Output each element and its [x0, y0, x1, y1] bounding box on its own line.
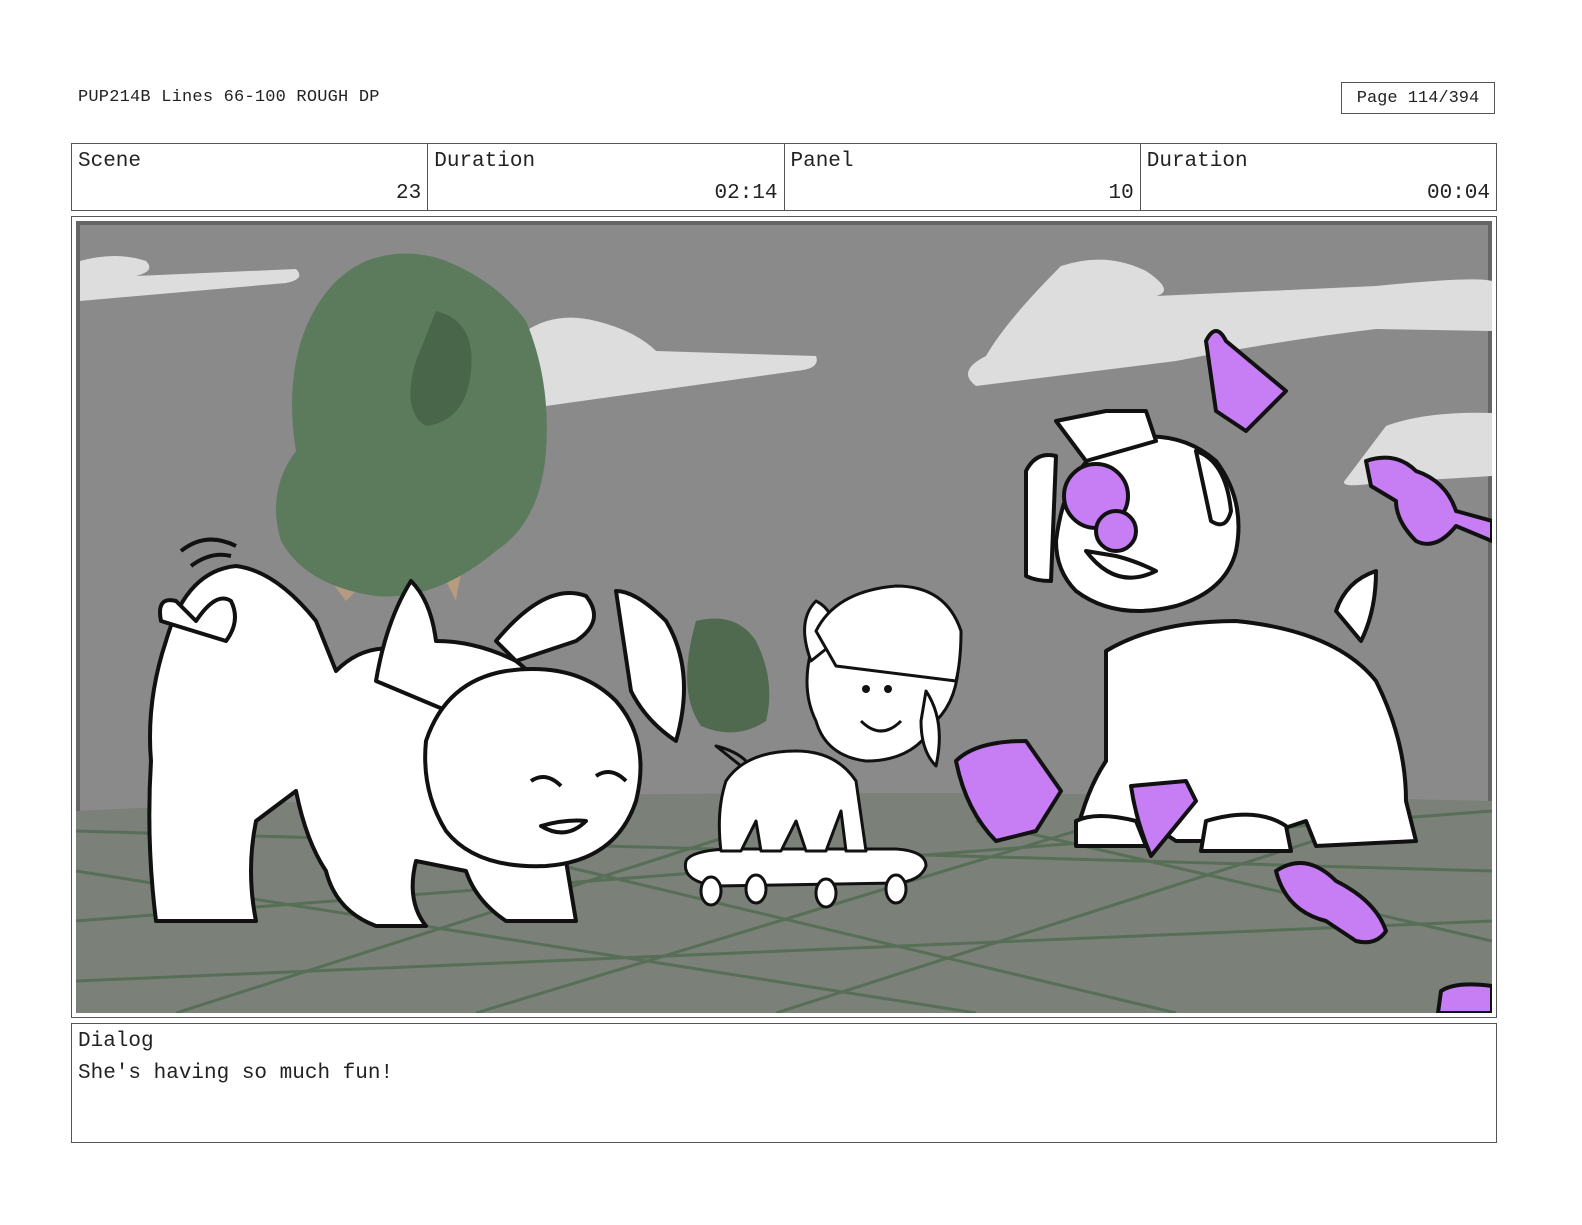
dialog-label: Dialog [78, 1030, 154, 1053]
panel-value: 10 [1108, 182, 1134, 205]
panel-info-row: Scene 23 Duration 02:14 Panel 10 Duratio… [71, 143, 1497, 211]
scene-duration-cell: Duration 02:14 [428, 144, 785, 210]
scene-duration-label: Duration [434, 150, 536, 173]
storyboard-drawing [76, 221, 1492, 1013]
storyboard-title: PUP214B Lines 66-100 ROUGH DP [78, 88, 380, 107]
panel-label: Panel [790, 150, 854, 173]
panel-duration-value: 00:04 [1426, 182, 1490, 205]
dialog-text: She's having so much fun! [78, 1062, 394, 1085]
storyboard-panel [71, 216, 1497, 1018]
panel-duration-label: Duration [1146, 150, 1248, 173]
scene-label: Scene [78, 150, 142, 173]
panel-duration-cell: Duration 00:04 [1141, 144, 1496, 210]
scene-value: 23 [396, 182, 422, 205]
scene-cell: Scene 23 [72, 144, 429, 210]
dialog-box: Dialog She's having so much fun! [71, 1023, 1497, 1143]
scene-duration-value: 02:14 [714, 182, 778, 205]
page-number-badge: Page 114/394 [1341, 82, 1495, 114]
panel-cell: Panel 10 [785, 144, 1141, 210]
